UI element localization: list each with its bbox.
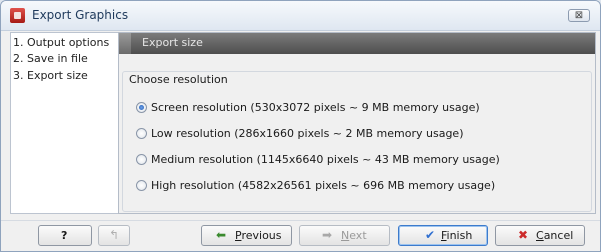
group-label: Choose resolution	[129, 73, 228, 86]
panel-header: Export size	[119, 33, 595, 54]
radio-low-resolution[interactable]	[136, 128, 147, 139]
option-label: Low resolution (286x1660 pixels ~ 2 MB m…	[151, 127, 464, 140]
option-label: Medium resolution (1145x6640 pixels ~ 43…	[151, 153, 500, 166]
checkmark-icon: ✔	[425, 228, 436, 242]
finish-button[interactable]: ✔ Finish	[398, 225, 488, 246]
wizard-steps: 1. Output options 2. Save in file 3. Exp…	[10, 32, 121, 214]
help-icon: ?	[61, 229, 68, 242]
app-icon	[10, 8, 25, 23]
export-graphics-dialog: Export Graphics ⊠ 1. Output options 2. S…	[0, 0, 601, 252]
next-label: Next	[341, 229, 367, 242]
radio-screen-resolution[interactable]	[136, 102, 147, 113]
radio-high-resolution[interactable]	[136, 180, 147, 191]
next-button[interactable]: ➡ Next	[299, 225, 390, 246]
title-bar: Export Graphics ⊠	[1, 1, 600, 31]
reset-button[interactable]: ↰	[98, 225, 130, 246]
reset-icon: ↰	[109, 228, 120, 242]
close-button[interactable]: ⊠	[568, 9, 590, 22]
finish-label: Finish	[441, 229, 473, 242]
previous-label: Previous	[235, 229, 282, 242]
step-output-options: 1. Output options	[13, 36, 110, 49]
panel-title: Export size	[142, 36, 203, 49]
previous-button[interactable]: ⬅ Previous	[201, 225, 292, 246]
left-arrow-icon: ⬅	[216, 228, 227, 242]
help-button[interactable]: ?	[38, 225, 92, 246]
window-title: Export Graphics	[32, 8, 129, 22]
option-label: Screen resolution (530x3072 pixels ~ 9 M…	[151, 101, 480, 114]
footer-divider	[1, 220, 600, 221]
radio-medium-resolution[interactable]	[136, 154, 147, 165]
step-save-in-file: 2. Save in file	[13, 52, 88, 65]
option-label: High resolution (4582x26561 pixels ~ 696…	[151, 179, 496, 192]
step-export-size: 3. Export size	[13, 69, 88, 82]
right-arrow-icon: ➡	[322, 228, 333, 242]
cancel-button[interactable]: ✖ Cancel	[495, 225, 585, 246]
cancel-label: Cancel	[536, 229, 574, 242]
x-icon: ✖	[518, 228, 529, 242]
export-size-panel: Export size Choose resolution Screen res…	[118, 32, 596, 214]
